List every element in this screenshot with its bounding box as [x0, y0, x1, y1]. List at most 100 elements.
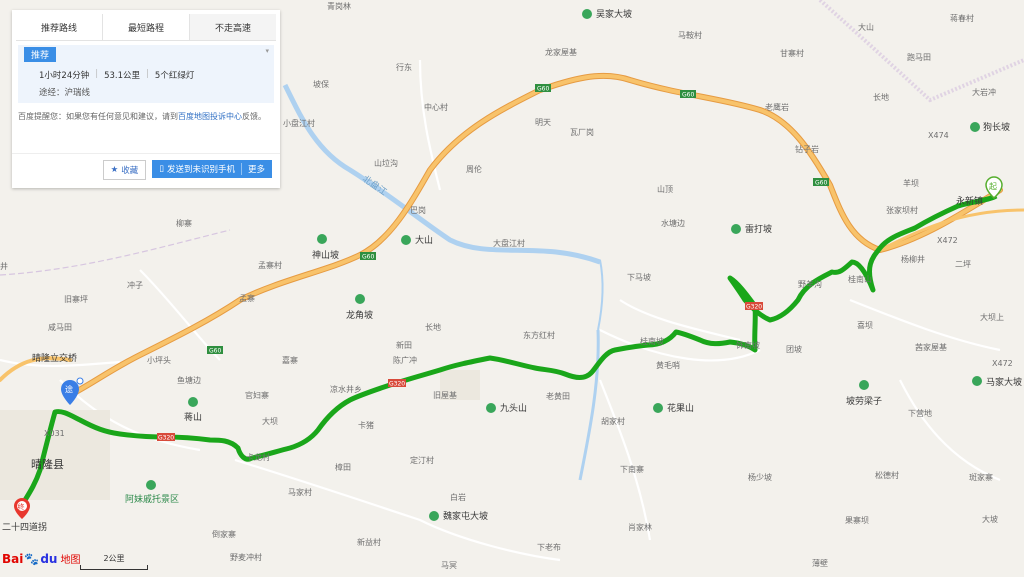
svg-text:钻子岩: 钻子岩 [795, 144, 819, 154]
svg-text:孟寨: 孟寨 [239, 293, 255, 303]
star-icon: ★ [110, 165, 119, 175]
svg-text:大山: 大山 [858, 22, 874, 32]
route-distance: 53.1公里 [104, 71, 141, 81]
svg-text:大坝: 大坝 [262, 416, 278, 426]
send-label: 发送到未识别手机 [166, 165, 235, 175]
place-wujiadapo: 吴家大坡 [596, 8, 632, 20]
svg-text:长地: 长地 [873, 92, 889, 102]
svg-text:X472: X472 [992, 359, 1013, 368]
svg-text:马冥: 马冥 [441, 561, 457, 570]
svg-text:官妇寨: 官妇寨 [245, 390, 269, 400]
svg-text:甘寨村: 甘寨村 [780, 48, 804, 58]
svg-text:下马坡: 下马坡 [627, 272, 651, 282]
chevron-icon[interactable]: ▾ [265, 47, 269, 55]
svg-text:蒋春村: 蒋春村 [950, 13, 974, 23]
svg-text:卡猪: 卡猪 [358, 420, 374, 430]
route-stats: 1小时24分钟 | 53.1公里 | 5个红绿灯 [39, 69, 194, 81]
place-leidapo: 雷打坡 [745, 223, 772, 235]
route-lights: 5个红绿灯 [154, 71, 195, 81]
svg-text:新益村: 新益村 [357, 537, 381, 547]
svg-text:陈广冲: 陈广冲 [393, 355, 417, 365]
place-gouchangpo: 狗长坡 [983, 121, 1010, 133]
svg-text:卡龙村: 卡龙村 [246, 452, 270, 462]
svg-text:起: 起 [989, 182, 997, 191]
svg-text:G60: G60 [209, 348, 221, 355]
feedback-suffix: 反馈。 [242, 112, 266, 121]
place-polaoliangzi: 坡劳梁子 [846, 395, 882, 407]
svg-text:茜家屋基: 茜家屋基 [915, 342, 947, 352]
svg-text:咸马田: 咸马田 [48, 322, 72, 332]
route-summary[interactable]: 推荐 ▾ 1小时24分钟 | 53.1公里 | 5个红绿灯 途经：沪瑞线 [18, 45, 274, 103]
place-huaguoshan: 花果山 [667, 402, 694, 414]
place-majiadapo: 马家大坡 [986, 376, 1022, 388]
svg-text:下南寨: 下南寨 [620, 464, 644, 474]
phone-icon: ▯ [159, 164, 164, 174]
paw-icon: 🐾 [24, 551, 40, 566]
feedback-text: 百度提醒您：如果您有任何意见和建议，请到百度地图投诉中心反馈。 [18, 111, 274, 123]
scale-bar: 2公里 [80, 553, 148, 570]
svg-text:小坪头: 小坪头 [147, 355, 171, 365]
baidu-logo: Bai 🐾 du 地图 [2, 551, 81, 567]
svg-text:杨柳井: 杨柳井 [901, 254, 925, 264]
svg-text:马鞍村: 马鞍村 [678, 30, 702, 40]
svg-text:X474: X474 [928, 131, 949, 140]
svg-text:松德村: 松德村 [875, 470, 899, 480]
svg-text:明天: 明天 [535, 118, 551, 127]
svg-text:龙家屋基: 龙家屋基 [545, 47, 577, 57]
svg-text:山垃沟: 山垃沟 [374, 158, 398, 168]
svg-text:新田: 新田 [396, 340, 412, 350]
svg-text:旧屋基: 旧屋基 [433, 390, 457, 400]
svg-text:下老布: 下老布 [537, 542, 561, 552]
svg-text:G320: G320 [158, 435, 174, 442]
more-button[interactable]: 更多 [248, 163, 265, 175]
svg-text:张家坝村: 张家坝村 [886, 205, 918, 215]
svg-text:山顶: 山顶 [657, 184, 673, 194]
route-duration: 1小时24分钟 [39, 71, 90, 81]
tab-no-highway[interactable]: 不走高速 [190, 14, 276, 40]
svg-text:嘉寨: 嘉寨 [282, 355, 298, 365]
svg-text:巴岗: 巴岗 [410, 206, 426, 215]
place-dashan: 大山 [415, 234, 433, 246]
svg-text:野麦冲村: 野麦冲村 [230, 552, 262, 562]
svg-text:下营地: 下营地 [908, 408, 932, 418]
county-label: 晴隆县 [31, 457, 64, 471]
place-amei: 阿妹戚托景区 [125, 493, 179, 505]
svg-text:途: 途 [65, 384, 73, 394]
tab-shortest[interactable]: 最短路程 [103, 14, 190, 40]
svg-text:野羊沟: 野羊沟 [798, 279, 822, 289]
svg-text:冲子: 冲子 [127, 280, 143, 290]
place-weijiatun: 魏家屯大坡 [443, 510, 488, 522]
svg-text:G60: G60 [815, 180, 827, 187]
svg-text:斑家寨: 斑家寨 [969, 472, 993, 482]
svg-text:周伦: 周伦 [466, 164, 482, 174]
svg-text:大坝上: 大坝上 [980, 312, 1004, 322]
svg-text:杨少坡: 杨少坡 [748, 472, 772, 482]
svg-text:大坡: 大坡 [982, 514, 998, 524]
svg-text:井: 井 [0, 261, 8, 271]
route-via: 途经：沪瑞线 [39, 88, 91, 98]
place-jiangshan: 蒋山 [184, 411, 202, 423]
scale-ruler [80, 565, 148, 570]
feedback-prefix: 百度提醒您：如果您有任何意见和建议，请到 [18, 112, 178, 121]
svg-text:团坡: 团坡 [786, 344, 802, 354]
svg-text:马家村: 马家村 [288, 487, 312, 497]
svg-text:白岩: 白岩 [450, 492, 466, 502]
send-to-phone-button[interactable]: ▯ 发送到未识别手机 更多 [152, 160, 272, 178]
logo-map: 地图 [60, 555, 81, 566]
svg-text:老鹰岩: 老鹰岩 [765, 102, 789, 112]
svg-text:定汀村: 定汀村 [410, 455, 434, 465]
svg-text:长地: 长地 [425, 322, 441, 332]
svg-text:二坪: 二坪 [955, 260, 971, 269]
svg-text:坡保: 坡保 [313, 79, 329, 89]
svg-text:东方红村: 东方红村 [523, 330, 555, 340]
favorite-label: 收藏 [121, 166, 139, 176]
svg-text:肖家林: 肖家林 [628, 522, 652, 532]
svg-text:终: 终 [18, 502, 25, 511]
svg-text:柳寨: 柳寨 [176, 218, 192, 228]
favorite-button[interactable]: ★ 收藏 [102, 160, 147, 180]
logo-bai: Bai [2, 551, 24, 566]
complaint-center-link[interactable]: 百度地图投诉中心 [178, 112, 242, 121]
tab-recommended[interactable]: 推荐路线 [16, 14, 103, 40]
route-tabs: 推荐路线 最短路程 不走高速 [16, 14, 276, 41]
svg-text:G60: G60 [362, 254, 374, 261]
